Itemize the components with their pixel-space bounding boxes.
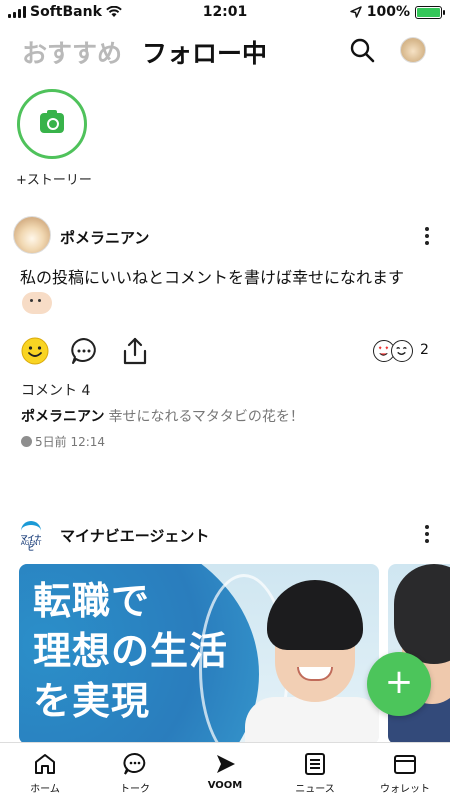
share-icon[interactable]	[120, 336, 150, 366]
home-icon	[35, 754, 55, 774]
wallet-icon	[394, 755, 416, 774]
nav-talk-label: トーク	[120, 784, 150, 795]
tab-following[interactable]: フォロー中	[142, 34, 267, 70]
dog-emoji-icon	[22, 292, 52, 314]
nav-news-label: ニュース	[295, 784, 335, 795]
profile-avatar[interactable]	[400, 37, 426, 63]
post-author-avatar[interactable]	[13, 216, 51, 254]
smile-reaction-icon	[391, 340, 413, 362]
ad-headline-line3: を実現	[33, 679, 151, 723]
ad-person-photo	[245, 572, 379, 744]
create-post-button[interactable]: +	[367, 652, 431, 716]
story-label: +ストーリー	[16, 173, 92, 188]
post2-author-name[interactable]: マイナビエージェント	[60, 525, 209, 546]
post-body: 私の投稿にいいねとコメントを書けば幸せになれます	[20, 265, 430, 317]
ad-headline-line1: 転職で	[33, 579, 151, 623]
chat-bubble-icon	[123, 753, 146, 775]
brand-mark-icon	[21, 521, 41, 533]
nav-talk[interactable]: トーク	[90, 743, 180, 800]
post-author-name[interactable]: ポメラニアン	[60, 227, 149, 248]
news-icon	[305, 753, 325, 775]
comment-author: ポメラニアン	[21, 409, 105, 425]
nav-home[interactable]: ホーム	[0, 743, 90, 800]
ad-headline: 転職で 理想の生活 を実現	[33, 576, 228, 726]
reaction-summary[interactable]	[373, 340, 417, 362]
nav-home-label: ホーム	[30, 784, 60, 795]
tab-recommended[interactable]: おすすめ	[22, 34, 122, 70]
comment-count[interactable]: コメント 4	[21, 380, 90, 400]
top-header: おすすめ フォロー中	[0, 28, 450, 76]
comment-text: 幸せになれるマタタビの花を！	[108, 409, 304, 425]
post-more-icon[interactable]	[424, 227, 430, 247]
camera-icon	[40, 110, 64, 133]
brand-logo-avatar[interactable]: マイナビ AGENT	[18, 521, 44, 552]
ad-image-card[interactable]: 転職で 理想の生活 を実現	[19, 564, 379, 744]
reaction-count[interactable]: 2	[420, 342, 429, 358]
post-timestamp: 5日前 12:14	[21, 433, 105, 450]
status-bar: SoftBank 12:01 100%	[0, 0, 450, 26]
nav-wallet[interactable]: ウォレット	[360, 743, 450, 800]
latest-comment[interactable]: ポメラニアン 幸せになれるマタタビの花を！	[21, 406, 304, 426]
status-right: 100%	[349, 4, 445, 20]
battery-icon	[415, 5, 445, 19]
post-time-text: 5日前 12:14	[35, 435, 106, 449]
nav-news[interactable]: ニュース	[270, 743, 360, 800]
brand-logo-subtext: AGENT	[20, 540, 42, 547]
post2-more-icon[interactable]	[424, 525, 430, 545]
voom-play-icon	[217, 755, 235, 773]
comment-icon[interactable]	[69, 336, 99, 366]
like-smiley-icon[interactable]	[20, 336, 50, 366]
nav-voom[interactable]: VOOM	[180, 743, 270, 800]
location-arrow-icon	[349, 6, 362, 18]
bottom-nav: ホーム トーク VOOM ニュース ウォレット	[0, 742, 450, 800]
ad-headline-line2: 理想の生活	[33, 629, 229, 673]
globe-icon	[21, 436, 32, 447]
battery-percent: 100%	[366, 4, 410, 20]
post-text: 私の投稿にいいねとコメントを書けば幸せになれます	[20, 268, 405, 287]
nav-voom-label: VOOM	[207, 780, 243, 791]
search-icon[interactable]	[348, 36, 376, 64]
nav-wallet-label: ウォレット	[380, 784, 430, 795]
